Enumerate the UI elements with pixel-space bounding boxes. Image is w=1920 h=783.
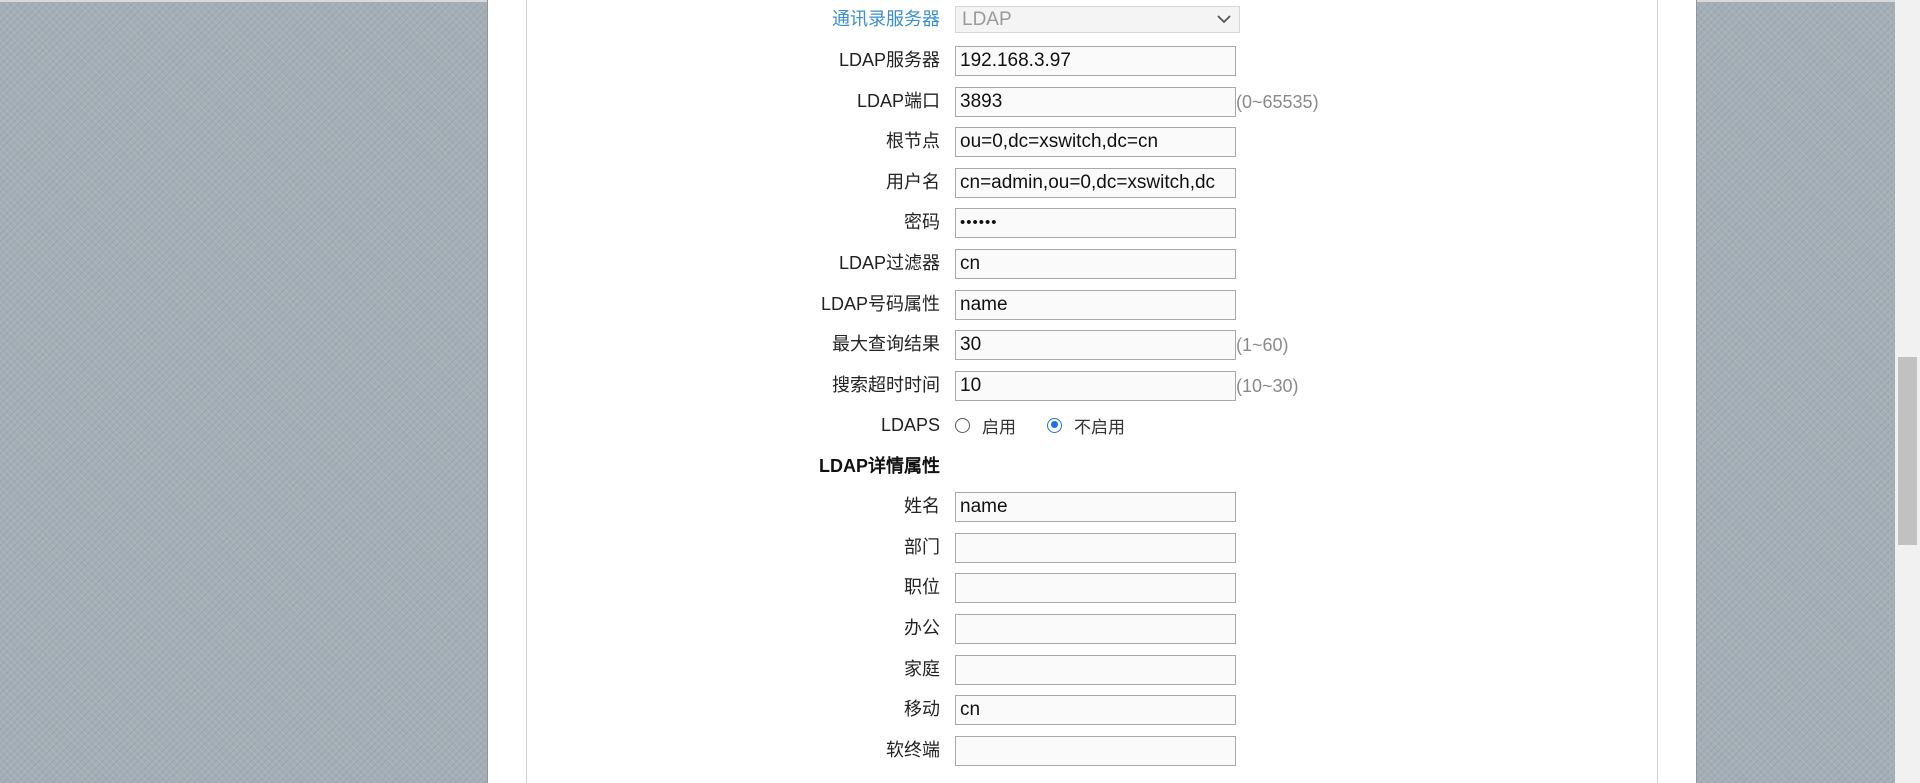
ldaps-disable-radio[interactable]: 不启用 bbox=[1047, 413, 1125, 438]
office-input[interactable] bbox=[955, 614, 1236, 644]
row-ldap-number-attr: LDAP号码属性 name bbox=[0, 288, 1400, 320]
row-ldaps: LDAPS 启用 不启用 bbox=[0, 409, 1400, 441]
directory-server-select[interactable]: LDAP bbox=[955, 6, 1240, 33]
radio-checked-icon bbox=[1047, 417, 1062, 433]
name-label: 姓名 bbox=[904, 496, 940, 516]
department-input[interactable] bbox=[955, 533, 1236, 563]
search-timeout-hint: (10~30) bbox=[1236, 376, 1299, 396]
details-section-title: LDAP详情属性 bbox=[819, 456, 940, 476]
search-timeout-input[interactable]: 10 bbox=[955, 371, 1236, 401]
username-input[interactable]: cn=admin,ou=0,dc=xswitch,dc bbox=[955, 168, 1236, 198]
ldaps-radio-group: 启用 不启用 bbox=[955, 409, 1156, 441]
search-timeout-label: 搜索超时时间 bbox=[832, 375, 940, 395]
scrollbar-thumb[interactable] bbox=[1898, 357, 1917, 545]
softphone-label: 软终端 bbox=[886, 740, 940, 760]
ldaps-enable-radio[interactable]: 启用 bbox=[955, 413, 1016, 438]
ldap-port-input[interactable]: 3893 bbox=[955, 87, 1236, 117]
ldaps-enable-label: 启用 bbox=[982, 417, 1016, 437]
row-password: 密码 •••••• bbox=[0, 206, 1400, 238]
ldap-filter-input[interactable]: cn bbox=[955, 249, 1236, 279]
password-input[interactable]: •••••• bbox=[955, 208, 1236, 238]
office-label: 办公 bbox=[904, 618, 940, 638]
mobile-label: 移动 bbox=[904, 699, 940, 719]
row-details-title: LDAP详情属性 bbox=[0, 450, 1400, 482]
ldaps-label: LDAPS bbox=[880, 415, 940, 435]
row-root-node: 根节点 ou=0,dc=xswitch,dc=cn bbox=[0, 125, 1400, 157]
name-input[interactable]: name bbox=[955, 492, 1236, 522]
chevron-down-icon bbox=[1217, 15, 1231, 24]
row-directory-server: 通讯录服务器 LDAP bbox=[0, 3, 1400, 35]
ldap-filter-label: LDAP过滤器 bbox=[838, 253, 940, 273]
row-home: 家庭 bbox=[0, 653, 1400, 685]
row-name: 姓名 name bbox=[0, 490, 1400, 522]
row-ldap-filter: LDAP过滤器 cn bbox=[0, 247, 1400, 279]
root-node-label: 根节点 bbox=[886, 131, 940, 151]
row-ldap-server: LDAP服务器 192.168.3.97 bbox=[0, 44, 1400, 76]
department-label: 部门 bbox=[904, 537, 940, 557]
ldaps-disable-label: 不启用 bbox=[1074, 417, 1125, 437]
root-node-input[interactable]: ou=0,dc=xswitch,dc=cn bbox=[955, 127, 1236, 157]
ldap-server-input[interactable]: 192.168.3.97 bbox=[955, 46, 1236, 76]
mobile-input[interactable]: cn bbox=[955, 695, 1236, 725]
row-search-timeout: 搜索超时时间 10 (10~30) bbox=[0, 369, 1400, 401]
row-username: 用户名 cn=admin,ou=0,dc=xswitch,dc bbox=[0, 166, 1400, 198]
ldap-server-label: LDAP服务器 bbox=[838, 50, 940, 70]
radio-unchecked-icon bbox=[955, 417, 970, 433]
ldap-port-label: LDAP端口 bbox=[856, 91, 940, 111]
ldap-number-attr-input[interactable]: name bbox=[955, 290, 1236, 320]
row-max-results: 最大查询结果 30 (1~60) bbox=[0, 328, 1400, 360]
directory-server-value: LDAP bbox=[962, 9, 1012, 30]
home-label: 家庭 bbox=[904, 659, 940, 679]
row-ldap-port: LDAP端口 3893 (0~65535) bbox=[0, 85, 1400, 117]
max-results-input[interactable]: 30 bbox=[955, 330, 1236, 360]
row-position: 职位 bbox=[0, 571, 1400, 603]
ldap-number-attr-label: LDAP号码属性 bbox=[820, 294, 940, 314]
username-label: 用户名 bbox=[886, 172, 940, 192]
row-office: 办公 bbox=[0, 612, 1400, 644]
row-softphone: 软终端 bbox=[0, 734, 1400, 766]
row-mobile: 移动 cn bbox=[0, 693, 1400, 725]
ldap-port-hint: (0~65535) bbox=[1236, 92, 1319, 112]
max-results-label: 最大查询结果 bbox=[832, 334, 940, 354]
position-input[interactable] bbox=[955, 573, 1236, 603]
position-label: 职位 bbox=[904, 577, 940, 597]
home-input[interactable] bbox=[955, 655, 1236, 685]
password-label: 密码 bbox=[904, 212, 940, 232]
softphone-input[interactable] bbox=[955, 736, 1236, 766]
directory-server-label: 通讯录服务器 bbox=[832, 9, 940, 29]
max-results-hint: (1~60) bbox=[1236, 335, 1289, 355]
row-department: 部门 bbox=[0, 531, 1400, 563]
